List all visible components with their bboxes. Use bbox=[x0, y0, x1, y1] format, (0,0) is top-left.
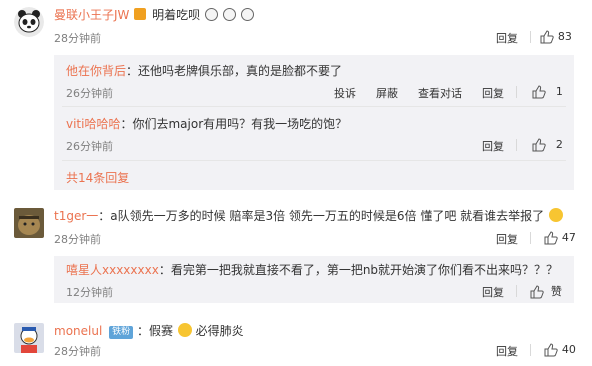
like-count: 40 bbox=[561, 343, 576, 356]
reply-username[interactable]: viti哈哈哈 bbox=[66, 117, 120, 131]
reply-line: viti哈哈哈：你们去major有用吗？有我一场吃的饱？ bbox=[66, 115, 347, 132]
divider bbox=[530, 232, 531, 244]
comment-text: a队领先一万多的时候 赔率是3倍 领先一万五的时候是6倍 懂了吧 就看谁去举报了 bbox=[110, 209, 545, 223]
laugh-cry-emoji-icon bbox=[204, 8, 218, 21]
thumbs-up-icon bbox=[532, 84, 546, 98]
like-button[interactable]: 赞 bbox=[530, 283, 562, 299]
thumbs-up-icon bbox=[530, 284, 544, 298]
reply-text: ：还他吗老牌俱乐部，真的是脸都不要了 bbox=[126, 64, 343, 78]
comment-3-line: monelul 铁粉 ：假赛 必得肺炎 bbox=[54, 323, 244, 339]
reply-line: 他在你背后：还他吗老牌俱乐部，真的是脸都不要了 bbox=[66, 62, 342, 79]
reply-button[interactable]: 回复 bbox=[496, 231, 518, 247]
divider bbox=[530, 31, 531, 43]
like-count: 2 bbox=[555, 138, 563, 151]
thumbs-up-icon bbox=[540, 29, 554, 43]
block-button[interactable]: 屏蔽 bbox=[376, 85, 398, 101]
avatar-tiger[interactable] bbox=[14, 208, 44, 238]
like-button[interactable]: 2 bbox=[532, 137, 563, 152]
more-replies-link[interactable]: 共14条回复 bbox=[66, 169, 129, 186]
divider bbox=[516, 139, 517, 151]
comment-1-line: 曼联小王子JW 明着吃呗 bbox=[54, 6, 254, 23]
thumbs-up-icon bbox=[544, 230, 558, 244]
avatar-panda[interactable] bbox=[14, 7, 44, 37]
verified-icon bbox=[134, 8, 147, 20]
comment-text: 假赛 bbox=[148, 324, 173, 338]
like-button[interactable]: 1 bbox=[532, 84, 563, 99]
comment-2-line: t1ger一：a队领先一万多的时候 赔率是3倍 领先一万五的时候是6倍 懂了吧 … bbox=[54, 207, 564, 224]
reply-time: 26分钟前 bbox=[66, 87, 113, 100]
thumbs-up-icon bbox=[532, 137, 546, 151]
divider bbox=[516, 285, 517, 297]
comment-username[interactable]: 曼联小王子JW bbox=[54, 8, 129, 22]
comment-text-2: 必得肺炎 bbox=[195, 324, 244, 338]
mask-emoji-icon bbox=[177, 323, 192, 337]
reply-button[interactable]: 回复 bbox=[482, 284, 504, 300]
comment-username[interactable]: t1ger一 bbox=[54, 209, 98, 223]
comment-time: 28分钟前 bbox=[54, 345, 101, 358]
reply-time: 26分钟前 bbox=[66, 140, 113, 153]
like-count: 83 bbox=[557, 30, 572, 43]
fan-badge: 铁粉 bbox=[109, 326, 134, 339]
divider bbox=[62, 106, 566, 107]
comment-time: 28分钟前 bbox=[54, 32, 101, 45]
reply-time: 12分钟前 bbox=[66, 286, 113, 299]
like-button[interactable]: 83 bbox=[540, 29, 572, 44]
comment-time: 28分钟前 bbox=[54, 233, 101, 246]
like-count: 47 bbox=[561, 231, 576, 244]
reply-line: 嘻星人xxxxxxxx：看完第一把我就直接不看了，第一把nb就开始演了你们看不出… bbox=[66, 261, 558, 278]
scared-emoji-icon bbox=[549, 208, 564, 222]
laugh-cry-emoji-icon bbox=[222, 8, 236, 21]
laugh-cry-emoji-icon bbox=[240, 8, 254, 21]
reply-text: ：看完第一把我就直接不看了，第一把nb就开始演了你们看不出来吗？？？ bbox=[158, 263, 559, 277]
reply-username[interactable]: 嘻星人xxxxxxxx bbox=[66, 263, 159, 277]
reply-username[interactable]: 他在你背后 bbox=[66, 64, 126, 78]
like-button[interactable]: 40 bbox=[544, 342, 576, 357]
divider bbox=[516, 86, 517, 98]
report-button[interactable]: 投诉 bbox=[334, 85, 356, 101]
like-label: 赞 bbox=[550, 285, 562, 298]
divider bbox=[530, 344, 531, 356]
thumbs-up-icon bbox=[544, 342, 558, 356]
reply-button[interactable]: 回复 bbox=[482, 85, 504, 101]
avatar-duck[interactable] bbox=[14, 323, 44, 353]
view-conversation-button[interactable]: 查看对话 bbox=[418, 85, 462, 101]
comment-text: 明着吃呗 bbox=[152, 8, 201, 22]
reply-button[interactable]: 回复 bbox=[482, 138, 504, 154]
like-count: 1 bbox=[555, 85, 563, 98]
reply-button[interactable]: 回复 bbox=[496, 343, 518, 359]
like-button[interactable]: 47 bbox=[544, 230, 576, 245]
reply-text: ：你们去major有用吗？有我一场吃的饱？ bbox=[120, 117, 348, 131]
reply-button[interactable]: 回复 bbox=[496, 30, 518, 46]
divider bbox=[62, 160, 566, 161]
comment-username[interactable]: monelul bbox=[54, 324, 102, 338]
